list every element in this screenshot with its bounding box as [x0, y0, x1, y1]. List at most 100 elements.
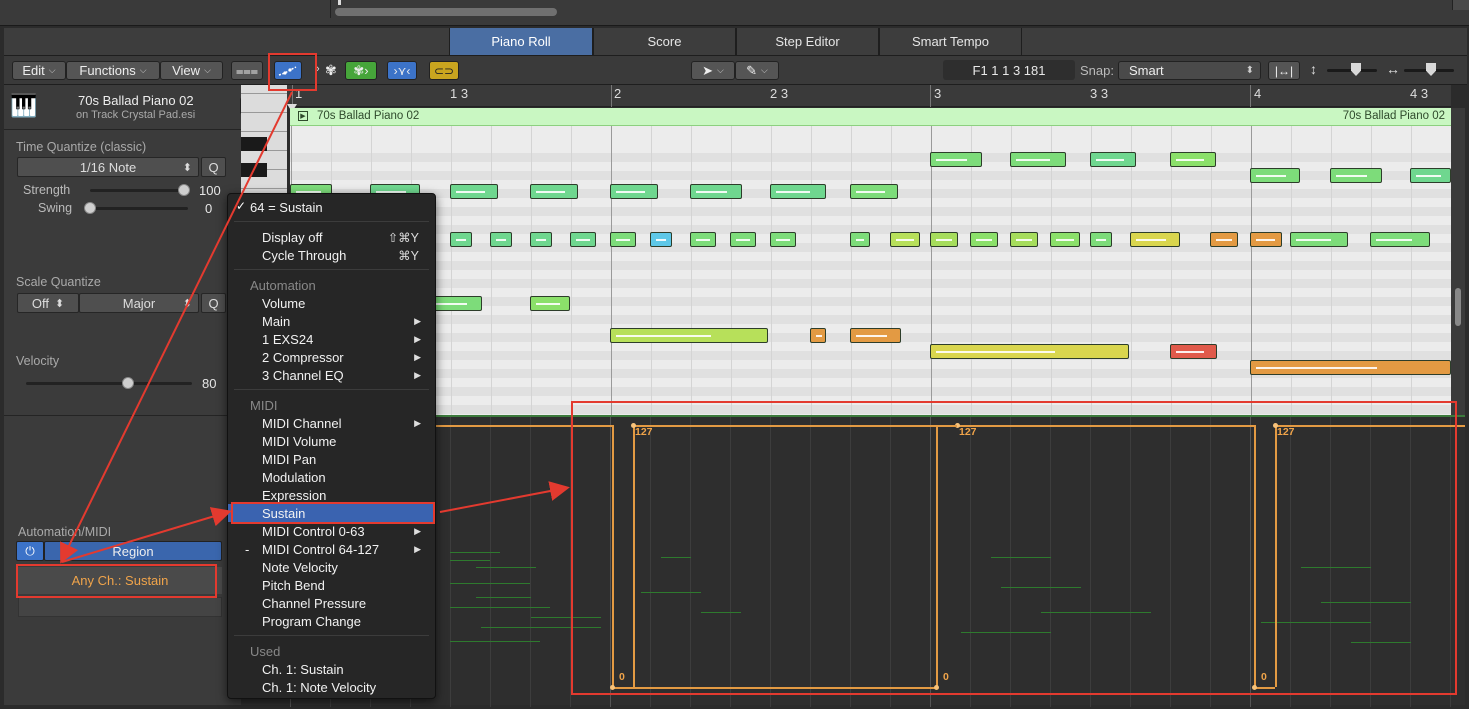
menu-item-midi[interactable]: MIDI Channel ▶ — [228, 414, 435, 432]
midi-note[interactable] — [850, 328, 901, 343]
horizontal-zoom-thumb[interactable] — [1426, 63, 1436, 76]
swing-knob[interactable] — [84, 202, 96, 214]
bar-ruler[interactable]: 1 1 3 2 2 3 3 3 3 4 4 3 — [287, 85, 1451, 107]
swing-slider[interactable] — [90, 207, 188, 210]
midi-note[interactable] — [1010, 232, 1038, 247]
menu-item-midi[interactable]: Program Change — [228, 612, 435, 630]
midi-note[interactable] — [490, 232, 512, 247]
midi-note[interactable] — [930, 152, 982, 167]
midi-note[interactable] — [850, 184, 898, 199]
link-button[interactable]: ⊂⊃ — [429, 61, 459, 80]
menu-item-display-off[interactable]: Display off ⇧⌘Y — [228, 228, 435, 246]
functions-menu-button[interactable]: Functions ⌵ — [66, 61, 160, 80]
horizontal-scroll-thumb[interactable] — [335, 8, 557, 16]
midi-note[interactable] — [930, 344, 1129, 359]
catch-playhead-button[interactable]: ›⋎‹ — [387, 61, 417, 80]
midi-note[interactable] — [450, 232, 472, 247]
time-quantize-q-button[interactable]: Q — [201, 157, 226, 177]
black-key[interactable] — [241, 163, 267, 177]
menu-item-midi[interactable]: Modulation — [228, 468, 435, 486]
pencil-tool-button[interactable]: ✎ ⌵ — [735, 61, 779, 80]
midi-note[interactable] — [1050, 232, 1080, 247]
midi-note[interactable] — [810, 328, 826, 343]
midi-note[interactable] — [1250, 232, 1282, 247]
snap-select[interactable]: Smart ⬍ — [1118, 61, 1261, 80]
pointer-tool-button[interactable]: ➤ ⌵ — [691, 61, 735, 80]
velocity-knob[interactable] — [122, 377, 134, 389]
menu-item-midi[interactable]: Note Velocity — [228, 558, 435, 576]
midi-note[interactable] — [1090, 232, 1112, 247]
vertical-scroll-thumb[interactable] — [1455, 288, 1461, 326]
menu-item-used-sustain[interactable]: Ch. 1: Sustain — [228, 660, 435, 678]
strength-slider[interactable] — [90, 189, 188, 192]
tab-piano-roll[interactable]: Piano Roll — [449, 28, 593, 55]
region-header[interactable]: ▶ 70s Ballad Piano 02 70s Ballad Piano 0… — [290, 108, 1451, 126]
midi-note[interactable] — [1010, 152, 1066, 167]
tab-score[interactable]: Score — [593, 28, 736, 55]
scale-type-select[interactable]: Major ⬍ — [79, 293, 199, 313]
region-automation-button[interactable]: Region — [44, 541, 222, 561]
note-grid[interactable] — [290, 126, 1451, 415]
zoom-fit-button[interactable]: |↔| — [1268, 61, 1300, 80]
midi-note[interactable] — [970, 232, 998, 247]
scale-quantize-q-button[interactable]: Q — [201, 293, 226, 313]
midi-note[interactable] — [1130, 232, 1180, 247]
midi-note[interactable] — [570, 232, 596, 247]
midi-note[interactable] — [610, 232, 636, 247]
midi-note[interactable] — [770, 184, 826, 199]
vertical-scrollbar[interactable] — [1451, 108, 1465, 415]
midi-note[interactable] — [730, 232, 756, 247]
midi-note[interactable] — [1410, 168, 1451, 183]
tab-step-editor[interactable]: Step Editor — [736, 28, 879, 55]
menu-item-midi[interactable]: Pitch Bend — [228, 576, 435, 594]
midi-note[interactable] — [850, 232, 870, 247]
menu-item-automation[interactable]: Main ▶ — [228, 312, 435, 330]
menu-item-midi[interactable]: MIDI Control 0-63 ▶ — [228, 522, 435, 540]
midi-note[interactable] — [1370, 232, 1430, 247]
menu-item-automation[interactable]: Volume — [228, 294, 435, 312]
edit-menu-button[interactable]: Edit ⌵ — [12, 61, 66, 80]
midi-note[interactable] — [1170, 344, 1217, 359]
midi-note[interactable] — [610, 184, 658, 199]
automation-power-button[interactable]: ⏻ — [16, 541, 44, 561]
menu-item-midi[interactable]: Channel Pressure — [228, 594, 435, 612]
midi-note[interactable] — [530, 184, 578, 199]
midi-note[interactable] — [1250, 360, 1451, 375]
tab-smart-tempo[interactable]: Smart Tempo — [879, 28, 1022, 55]
midi-note[interactable] — [1250, 168, 1300, 183]
midi-note[interactable] — [430, 296, 482, 311]
midi-note[interactable] — [650, 232, 672, 247]
collapse-button[interactable]: ⩶ — [231, 61, 263, 80]
scale-root-select[interactable]: Off ⬍ — [17, 293, 79, 313]
midi-out-button[interactable]: ✾› — [345, 61, 377, 80]
menu-item-cycle-through[interactable]: Cycle Through ⌘Y — [228, 246, 435, 264]
black-key[interactable] — [241, 137, 267, 151]
midi-note[interactable] — [690, 184, 742, 199]
menu-item-automation[interactable]: 1 EXS24 ▶ — [228, 330, 435, 348]
midi-note[interactable] — [1330, 168, 1382, 183]
palette-icon[interactable]: ✾ — [325, 62, 337, 79]
time-quantize-select[interactable]: 1/16 Note ⬍ — [17, 157, 199, 177]
menu-item-automation[interactable]: 2 Compressor ▶ — [228, 348, 435, 366]
midi-note[interactable] — [530, 232, 552, 247]
midi-note[interactable] — [450, 184, 498, 199]
menu-item-midi[interactable]: - MIDI Control 64-127 ▶ — [228, 540, 435, 558]
midi-note[interactable] — [1210, 232, 1238, 247]
midi-note[interactable] — [930, 232, 958, 247]
menu-item-current[interactable]: 64 = Sustain — [228, 198, 435, 216]
midi-note[interactable] — [890, 232, 920, 247]
velocity-slider[interactable] — [26, 382, 192, 385]
midi-note[interactable] — [610, 328, 768, 343]
menu-item-midi[interactable]: MIDI Pan — [228, 450, 435, 468]
midi-note[interactable] — [770, 232, 796, 247]
midi-note[interactable] — [690, 232, 716, 247]
menu-item-midi[interactable]: MIDI Volume — [228, 432, 435, 450]
midi-note[interactable] — [1290, 232, 1348, 247]
midi-note[interactable] — [1170, 152, 1216, 167]
strength-knob[interactable] — [178, 184, 190, 196]
midi-note[interactable] — [1090, 152, 1136, 167]
midi-note[interactable] — [530, 296, 570, 311]
view-menu-button[interactable]: View ⌵ — [160, 61, 223, 80]
menu-item-automation[interactable]: 3 Channel EQ ▶ — [228, 366, 435, 384]
vertical-zoom-thumb[interactable] — [1351, 63, 1361, 76]
